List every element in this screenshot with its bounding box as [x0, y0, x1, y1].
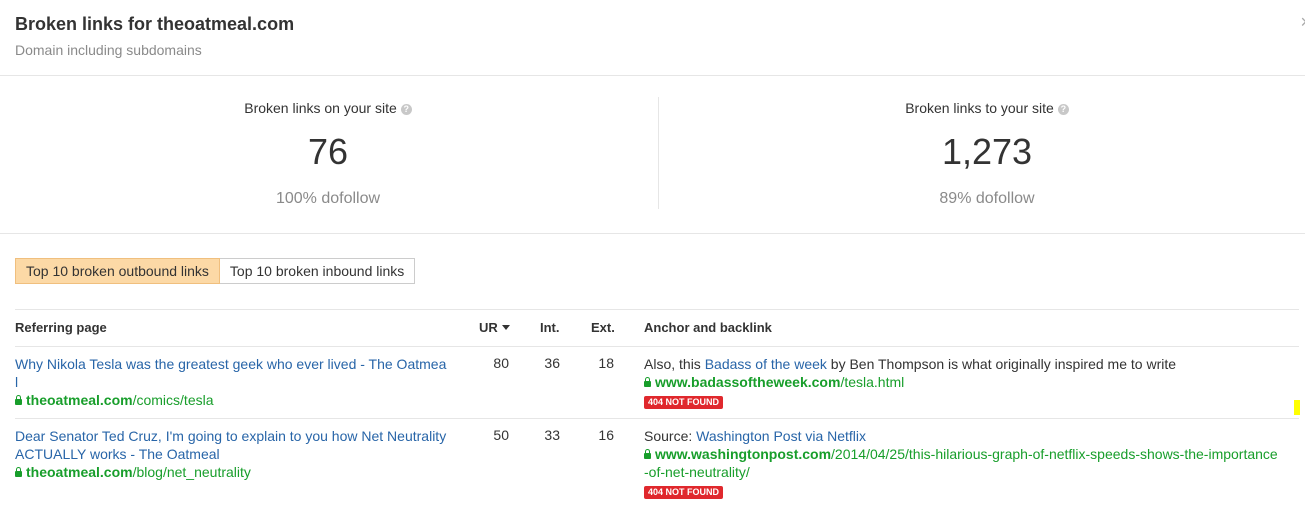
- lock-icon: [644, 449, 651, 459]
- int-value: 33: [544, 427, 560, 443]
- status-badge: 404 NOT FOUND: [644, 486, 724, 499]
- table-header: Referring page UR Int. Ext. Anchor and b…: [15, 309, 1299, 347]
- url-path: /comics/tesla: [132, 392, 214, 408]
- broken-links-table: Referring page UR Int. Ext. Anchor and b…: [15, 309, 1299, 499]
- anchor-text: Also, this: [644, 356, 705, 372]
- stat-value: 1,273: [941, 131, 1033, 172]
- referring-url[interactable]: theoatmeal.com/blog/net_neutrality: [15, 463, 455, 481]
- page-title: Broken links for theoatmeal.com: [15, 14, 295, 34]
- anchor-link[interactable]: Washington Post via Netflix: [696, 428, 866, 444]
- backlink-url-cont[interactable]: -of-net-neutrality/: [644, 463, 1294, 481]
- tab-group: Top 10 broken outbound links Top 10 brok…: [15, 258, 416, 284]
- table-row: Why Nikola Tesla was the greatest geek w…: [15, 347, 1299, 419]
- stat-dofollow: 100% dofollow: [275, 190, 381, 207]
- modal-header: Broken links for theoatmeal.com Domain i…: [0, 0, 1305, 76]
- backlink-url[interactable]: www.washingtonpost.com/2014/04/25/this-h…: [644, 445, 1294, 463]
- stat-broken-to-site: Broken links to your site? 1,273 89% dof…: [667, 75, 1305, 233]
- anchor-text: Source:: [644, 428, 697, 444]
- ext-value: 16: [598, 427, 614, 443]
- anchor-text: by Ben Thompson is what originally inspi…: [826, 356, 1177, 372]
- referring-page-link-cont[interactable]: l: [15, 373, 455, 391]
- url-path: /blog/net_neutrality: [132, 464, 251, 480]
- stats-panel: Broken links on your site? 76 100% dofol…: [0, 75, 1305, 234]
- url-domain: theoatmeal.com: [26, 392, 133, 408]
- anchor-cell: Source: Washington Post via Netflix www.…: [644, 427, 1294, 499]
- tab-broken-inbound[interactable]: Top 10 broken inbound links: [219, 258, 416, 284]
- url-domain: theoatmeal.com: [26, 464, 133, 480]
- col-ur-label: UR: [479, 320, 498, 335]
- stat-broken-on-site: Broken links on your site? 76 100% dofol…: [8, 75, 648, 233]
- referring-page-link-cont[interactable]: ACTUALLY works - The Oatmeal: [15, 445, 455, 463]
- col-ur[interactable]: UR: [479, 320, 510, 335]
- col-int[interactable]: Int.: [540, 320, 560, 335]
- int-value: 36: [544, 355, 560, 371]
- help-icon[interactable]: ?: [1057, 104, 1069, 115]
- stat-label: Broken links to your site: [905, 100, 1054, 116]
- stat-value: 76: [307, 131, 349, 172]
- stat-divider: [658, 97, 659, 209]
- url-domain: www.badassoftheweek.com: [655, 374, 841, 390]
- page-subtitle: Domain including subdomains: [15, 42, 202, 58]
- anchor-link[interactable]: Badass of the week: [705, 356, 827, 372]
- referring-page-link[interactable]: Why Nikola Tesla was the greatest geek w…: [15, 355, 455, 373]
- tab-broken-outbound[interactable]: Top 10 broken outbound links: [15, 258, 220, 284]
- ur-value: 50: [493, 427, 509, 443]
- col-anchor: Anchor and backlink: [644, 320, 772, 335]
- referring-url[interactable]: theoatmeal.com/comics/tesla: [15, 391, 455, 409]
- lock-icon: [644, 377, 651, 387]
- help-icon[interactable]: ?: [400, 104, 412, 115]
- stat-label: Broken links on your site: [244, 100, 397, 116]
- close-icon[interactable]: ×: [1300, 12, 1305, 33]
- backlink-url[interactable]: www.badassoftheweek.com/tesla.html: [644, 373, 1294, 391]
- ur-value: 80: [493, 355, 509, 371]
- status-badge: 404 NOT FOUND: [644, 396, 724, 409]
- col-referring-page[interactable]: Referring page: [15, 320, 107, 335]
- ext-value: 18: [598, 355, 614, 371]
- table-row: Dear Senator Ted Cruz, I'm going to expl…: [15, 419, 1299, 499]
- highlight-marker: [1294, 400, 1300, 415]
- lock-icon: [15, 395, 22, 405]
- referring-page-link[interactable]: Dear Senator Ted Cruz, I'm going to expl…: [15, 427, 455, 445]
- url-domain: www.washingtonpost.com: [655, 446, 832, 462]
- sort-desc-icon: [501, 325, 510, 330]
- anchor-cell: Also, this Badass of the week by Ben Tho…: [644, 355, 1294, 409]
- stat-dofollow: 89% dofollow: [939, 190, 1035, 207]
- url-path: /tesla.html: [840, 374, 905, 390]
- url-path: /2014/04/25/this-hilarious-graph-of-netf…: [831, 446, 1278, 462]
- col-ext[interactable]: Ext.: [591, 320, 615, 335]
- lock-icon: [15, 467, 22, 477]
